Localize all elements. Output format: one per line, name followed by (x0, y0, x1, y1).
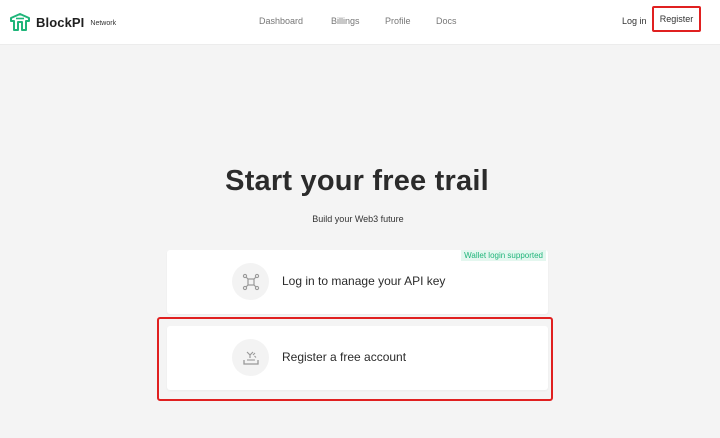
register-option-label: Register a free account (282, 350, 407, 364)
login-option-card[interactable]: Log in to manage your API key Wallet log… (167, 250, 548, 314)
blockpi-logo[interactable]: BlockPI Network (9, 12, 116, 32)
wallet-login-badge: Wallet login supported (461, 250, 546, 261)
page-subtitle: Build your Web3 future (312, 214, 404, 224)
network-nodes-icon (232, 263, 269, 300)
login-option-label: Log in to manage your API key (282, 274, 446, 288)
nav-docs[interactable]: Docs (436, 16, 457, 26)
page-title: Start your free trail (225, 165, 489, 197)
nav-billings[interactable]: Billings (331, 16, 360, 26)
register-option-card[interactable]: Register a free account (167, 326, 548, 390)
top-navigation-bar: BlockPI Network Dashboard Billings Profi… (0, 0, 720, 45)
brand-subtitle: Network (90, 19, 117, 27)
tray-download-icon (232, 339, 269, 376)
nav-profile[interactable]: Profile (385, 16, 411, 26)
login-link[interactable]: Log in (622, 16, 647, 26)
register-button[interactable]: Register (652, 6, 701, 32)
blockpi-logo-icon (10, 13, 30, 31)
brand-name: BlockPI (36, 14, 85, 30)
nav-dashboard[interactable]: Dashboard (259, 16, 303, 26)
